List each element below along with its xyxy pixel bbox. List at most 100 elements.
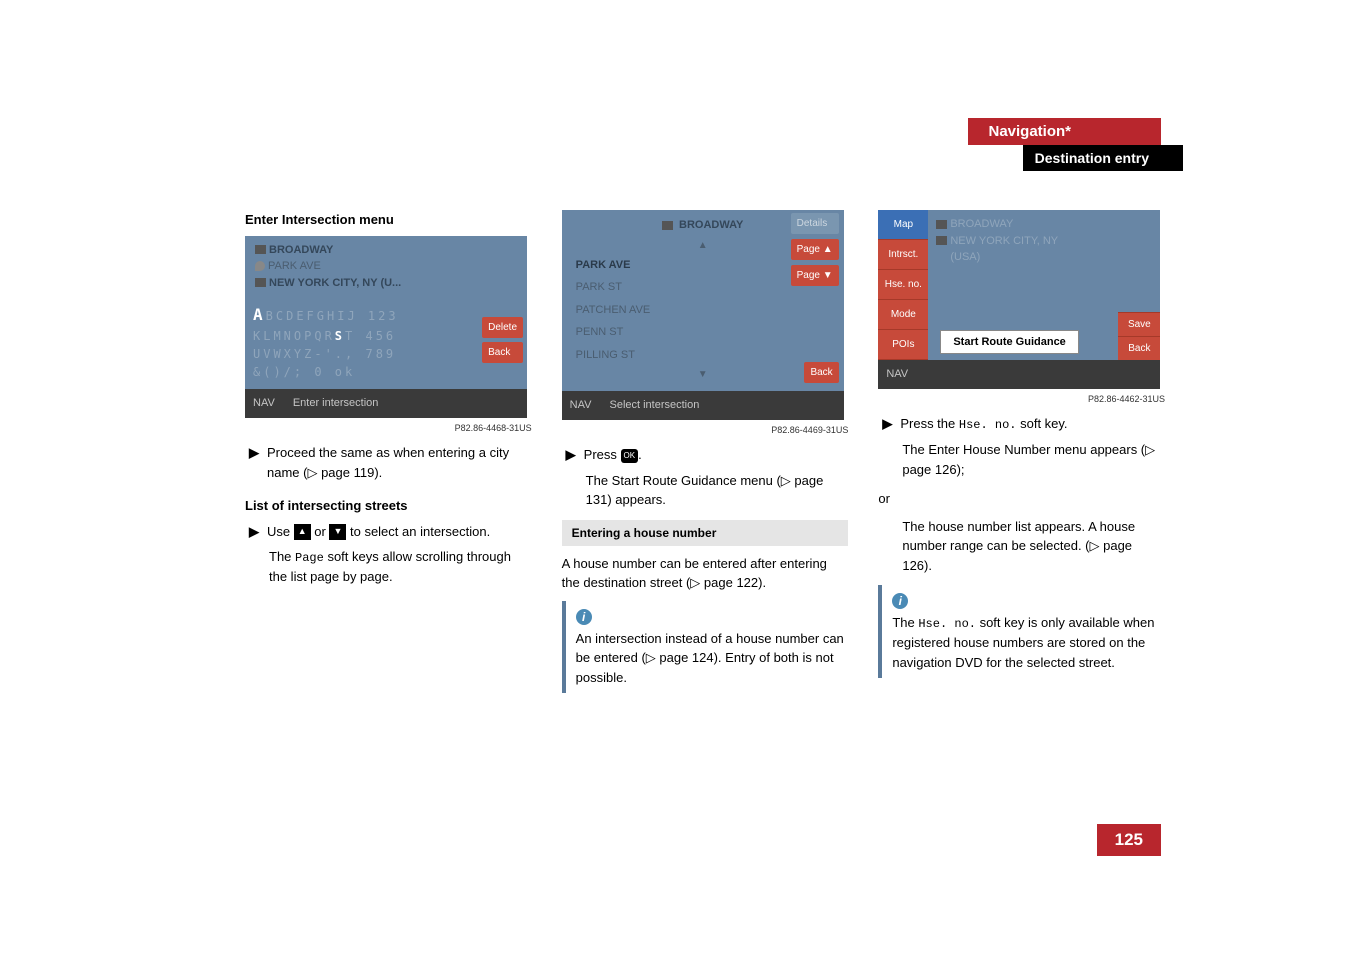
screenshot-footer: NAV Enter intersection xyxy=(245,389,527,418)
country-name: (USA) xyxy=(950,251,980,263)
step-text: Proceed the same as when entering a city… xyxy=(267,443,532,482)
nav-label: NAV xyxy=(886,366,908,383)
step-result: The Enter House Number menu appears (▷ p… xyxy=(878,440,1165,479)
sidekey-pois: POIs xyxy=(878,330,928,360)
sidekey-map: Map xyxy=(878,210,928,240)
back-softkey: Back xyxy=(482,342,523,363)
scroll-down-icon: ▼ xyxy=(562,366,844,383)
info-icon: i xyxy=(892,593,908,609)
info-area: BROADWAY PARK AVE NEW YORK CITY, NY (U..… xyxy=(245,236,527,298)
t: or xyxy=(311,524,330,539)
nav-label: NAV xyxy=(570,397,592,414)
start-route-button: Start Route Guidance xyxy=(940,330,1078,355)
para-house-number: A house number can be entered after ente… xyxy=(562,554,849,593)
kb-row1: BCDEFGHIJ 123 xyxy=(266,309,399,323)
page-number: 125 xyxy=(1097,824,1161,856)
kb-row2a: KLMNOPQR xyxy=(253,329,335,343)
step-text: Press OK. xyxy=(584,445,642,465)
sidebar-keys: Map Intrsct. Hse. no. Mode POIs xyxy=(878,210,928,360)
info-block: i The Hse. no. soft key is only availabl… xyxy=(878,585,1165,678)
header-street: BROADWAY xyxy=(679,219,743,231)
kb-row3: UVWXYZ-'., 789 xyxy=(253,345,519,363)
screenshot-footer: NAV xyxy=(878,360,1160,389)
footer-text: Select intersection xyxy=(609,397,699,414)
subsection-house-number: Entering a house number xyxy=(562,520,849,546)
flag-icon xyxy=(255,245,266,254)
caption-1: P82.86-4468-31US xyxy=(245,422,532,436)
hseno-key: Hse. no. xyxy=(918,617,976,631)
column-2: BROADWAY ▲ PARK AVE PARK ST PATCHEN AVE … xyxy=(562,210,849,693)
city-icon xyxy=(936,236,947,245)
city-icon xyxy=(255,278,266,287)
sidekey-mode: Mode xyxy=(878,300,928,330)
back-softkey: Back xyxy=(804,362,838,383)
step-press-ok: ▶ Press OK. xyxy=(562,445,849,465)
screenshot-route-guidance: Map Intrsct. Hse. no. Mode POIs BROADWAY… xyxy=(878,210,1160,389)
hseno-key: Hse. no. xyxy=(959,418,1017,432)
down-key-icon: ▼ xyxy=(329,524,346,540)
column-1: Enter Intersection menu BROADWAY PARK AV… xyxy=(245,210,532,693)
delete-softkey: Delete xyxy=(482,317,523,338)
kb-letter-a: A xyxy=(253,305,266,324)
step-arrow-icon: ▶ xyxy=(882,414,892,434)
t: Use xyxy=(267,524,294,539)
t: Press xyxy=(584,447,621,462)
step-text: Press the Hse. no. soft key. xyxy=(900,414,1067,434)
step-arrow-icon: ▶ xyxy=(566,445,576,465)
back-softkey: Back xyxy=(1118,336,1160,360)
sidekey-hseno: Hse. no. xyxy=(878,270,928,300)
dest-icon xyxy=(255,261,265,271)
t: The xyxy=(892,615,918,630)
sidekey-intrsct: Intrsct. xyxy=(878,240,928,270)
step-proceed: ▶ Proceed the same as when entering a ci… xyxy=(245,443,532,482)
pageup-softkey: Page ▲ xyxy=(791,239,839,260)
content-columns: Enter Intersection menu BROADWAY PARK AV… xyxy=(245,210,1165,693)
details-softkey: Details xyxy=(791,213,839,234)
info-icon: i xyxy=(576,609,592,625)
pagedown-softkey: Page ▼ xyxy=(791,265,839,286)
info-street: BROADWAY xyxy=(269,244,333,256)
caption-2: P82.86-4469-31US xyxy=(562,424,849,438)
chapter-tab: Navigation* xyxy=(968,118,1161,145)
footer-text: Enter intersection xyxy=(293,395,379,412)
ok-button-icon: OK xyxy=(621,449,639,463)
screenshot-select-intersection: BROADWAY ▲ PARK AVE PARK ST PATCHEN AVE … xyxy=(562,210,844,420)
heading-enter-intersection: Enter Intersection menu xyxy=(245,210,532,230)
caption-3: P82.86-4462-31US xyxy=(878,393,1165,407)
kb-letter-s: S xyxy=(335,329,345,343)
step-arrow-icon: ▶ xyxy=(249,522,259,542)
heading-list-intersecting: List of intersecting streets xyxy=(245,496,532,516)
kb-row4: &()/; 0 ok xyxy=(253,363,519,381)
flag-icon xyxy=(662,221,673,230)
section-tab: Destination entry xyxy=(1023,145,1161,171)
step-house-list: The house number list appears. A house n… xyxy=(878,517,1165,576)
save-softkey: Save xyxy=(1118,312,1160,336)
list-item: PILLING ST xyxy=(562,344,844,367)
column-3: Map Intrsct. Hse. no. Mode POIs BROADWAY… xyxy=(878,210,1165,693)
screenshot-enter-intersection: BROADWAY PARK AVE NEW YORK CITY, NY (U..… xyxy=(245,236,527,418)
nav-label: NAV xyxy=(253,395,275,412)
or-text: or xyxy=(878,489,1165,509)
step-use-arrows: ▶ Use ▲ or ▼ to select an intersection. xyxy=(245,522,532,542)
list-area: BROADWAY ▲ PARK AVE PARK ST PATCHEN AVE … xyxy=(562,210,844,391)
step-page-keys: The Page soft keys allow scrolling throu… xyxy=(245,547,532,587)
list-item: PENN ST xyxy=(562,321,844,344)
flag-icon xyxy=(936,220,947,229)
city-name: NEW YORK CITY, NY xyxy=(950,235,1058,247)
step-arrow-icon: ▶ xyxy=(249,443,259,482)
list-item: PATCHEN AVE xyxy=(562,299,844,322)
t: Press the xyxy=(900,416,959,431)
step-text: Use ▲ or ▼ to select an intersection. xyxy=(267,522,490,542)
step-result: The Start Route Guidance menu (▷ page 13… xyxy=(562,471,849,510)
step-press-hseno: ▶ Press the Hse. no. soft key. xyxy=(878,414,1165,434)
page-key-name: Page xyxy=(295,551,324,565)
screenshot-footer: NAV Select intersection xyxy=(562,391,844,420)
info-city: NEW YORK CITY, NY (U... xyxy=(269,277,401,289)
info-cross: PARK AVE xyxy=(268,260,321,272)
t: soft key. xyxy=(1016,416,1067,431)
info-text: The Hse. no. soft key is only available … xyxy=(892,613,1165,672)
info-text: An intersection instead of a house numbe… xyxy=(576,629,849,688)
keyboard-area: ABCDEFGHIJ 123 KLMNOPQRST 456 UVWXYZ-'.,… xyxy=(245,297,527,389)
section-marker xyxy=(1161,145,1183,171)
main-area: BROADWAY NEW YORK CITY, NY (USA) Start R… xyxy=(928,210,1160,360)
